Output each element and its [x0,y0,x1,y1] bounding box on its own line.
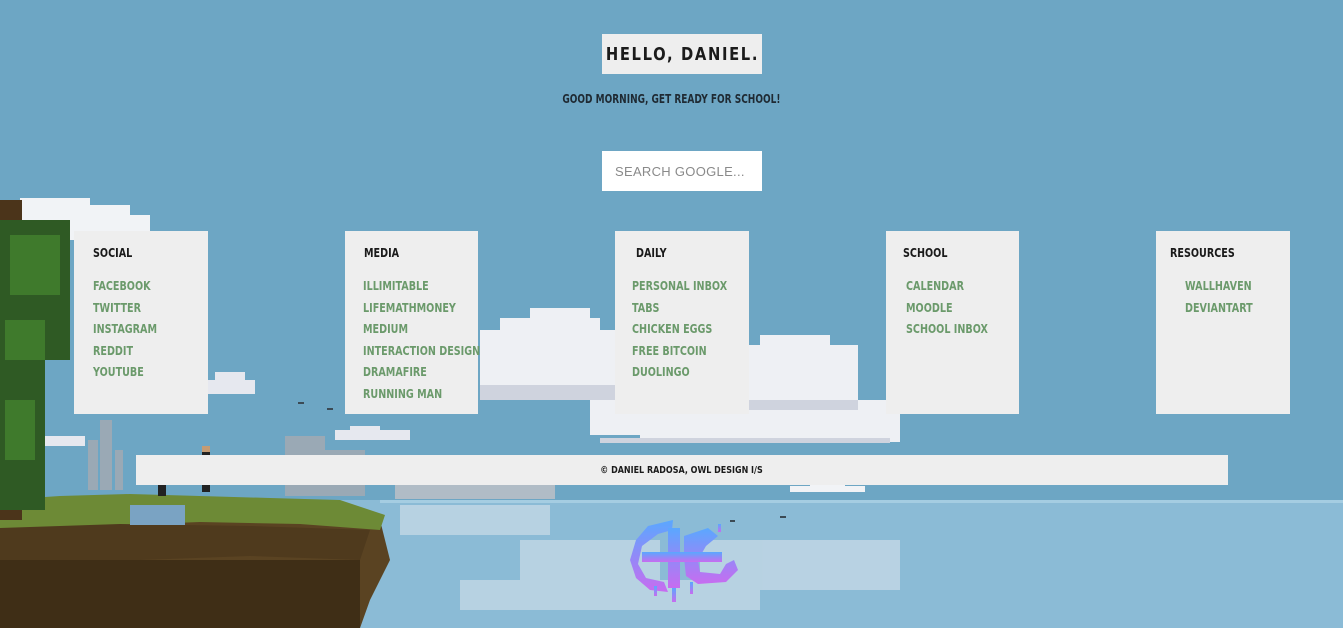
link-wallhaven[interactable]: WALLHAVEN [1185,276,1252,298]
footer-copyright: © DANIEL RADOSA, OWL DESIGN I/S [600,464,764,476]
link-running-man[interactable]: RUNNING MAN [363,384,442,406]
link-facebook[interactable]: FACEBOOK [93,276,151,298]
greeting-box: HELLO, DANIEL. [602,34,762,74]
list-item: TABS [632,296,751,318]
greeting-subtitle: GOOD MORNING, GET READY FOR SCHOOL! [0,92,1343,106]
search-input[interactable] [602,151,762,191]
link-youtube[interactable]: YOUTUBE [93,362,144,384]
link-medium[interactable]: MEDIUM [363,319,408,341]
link-list-social: FACEBOOK TWITTER INSTAGRAM REDDIT YOUTUB… [93,274,173,382]
list-item: DUOLINGO [632,360,751,382]
link-illimitable[interactable]: ILLIMITABLE [363,276,429,298]
list-item: MOODLE [906,296,1008,318]
list-item: TWITTER [93,296,173,318]
link-chicken-eggs[interactable]: CHICKEN EGGS [632,319,712,341]
link-dramafire[interactable]: DRAMAFIRE [363,362,427,384]
card-media: MEDIA ILLIMITABLE LIFEMATHMONEY MEDIUM I… [345,231,480,414]
greeting-subtitle-text: GOOD MORNING, GET READY FOR SCHOOL! [562,92,781,106]
card-social: SOCIAL FACEBOOK TWITTER INSTAGRAM REDDIT… [74,231,208,414]
list-item: CALENDAR [906,274,1008,296]
footer-bar: © DANIEL RADOSA, OWL DESIGN I/S [136,455,1228,485]
link-calendar[interactable]: CALENDAR [906,276,964,298]
list-item: WALLHAVEN [1185,274,1270,296]
list-item: YOUTUBE [93,360,173,382]
link-reddit[interactable]: REDDIT [93,341,133,363]
card-title-school: SCHOOL [903,246,948,260]
list-item: SCHOOL INBOX [906,317,1008,339]
list-item: INTERACTION DESIGN [363,339,509,361]
list-item: DRAMAFIRE [363,360,509,382]
link-list-resources: WALLHAVEN DEVIANTART [1185,274,1270,317]
list-item: LIFEMATHMONEY [363,296,509,318]
link-twitter[interactable]: TWITTER [93,298,141,320]
list-item: FREE BITCOIN [632,339,751,361]
link-moodle[interactable]: MOODLE [906,298,953,320]
link-personal-inbox[interactable]: PERSONAL INBOX [632,276,727,298]
owl-design-logo-icon [630,520,738,602]
card-resources: RESOURCES WALLHAVEN DEVIANTART [1156,231,1290,414]
list-item: RUNNING MAN [363,382,509,404]
link-lifemathmoney[interactable]: LIFEMATHMONEY [363,298,456,320]
card-title-media: MEDIA [364,246,400,260]
link-instagram[interactable]: INSTAGRAM [93,319,157,341]
card-daily: DAILY PERSONAL INBOX TABS CHICKEN EGGS F… [615,231,749,414]
list-item: FACEBOOK [93,274,173,296]
link-deviantart[interactable]: DEVIANTART [1185,298,1253,320]
link-list-daily: PERSONAL INBOX TABS CHICKEN EGGS FREE BI… [632,274,751,382]
list-item: CHICKEN EGGS [632,317,751,339]
list-item: MEDIUM [363,317,509,339]
link-free-bitcoin[interactable]: FREE BITCOIN [632,341,707,363]
link-duolingo[interactable]: DUOLINGO [632,362,690,384]
link-tabs[interactable]: TABS [632,298,659,320]
list-item: REDDIT [93,339,173,361]
card-title-resources: RESOURCES [1170,246,1235,260]
list-item: PERSONAL INBOX [632,274,751,296]
card-school: SCHOOL CALENDAR MOODLE SCHOOL INBOX [886,231,1019,414]
link-school-inbox[interactable]: SCHOOL INBOX [906,319,988,341]
greeting-title: HELLO, DANIEL. [605,43,759,65]
link-list-school: CALENDAR MOODLE SCHOOL INBOX [906,274,1008,339]
list-item: DEVIANTART [1185,296,1270,318]
list-item: ILLIMITABLE [363,274,509,296]
link-interaction-design[interactable]: INTERACTION DESIGN [363,341,480,363]
card-title-social: SOCIAL [93,246,133,260]
card-title-daily: DAILY [636,246,667,260]
link-list-media: ILLIMITABLE LIFEMATHMONEY MEDIUM INTERAC… [363,274,509,404]
list-item: INSTAGRAM [93,317,173,339]
